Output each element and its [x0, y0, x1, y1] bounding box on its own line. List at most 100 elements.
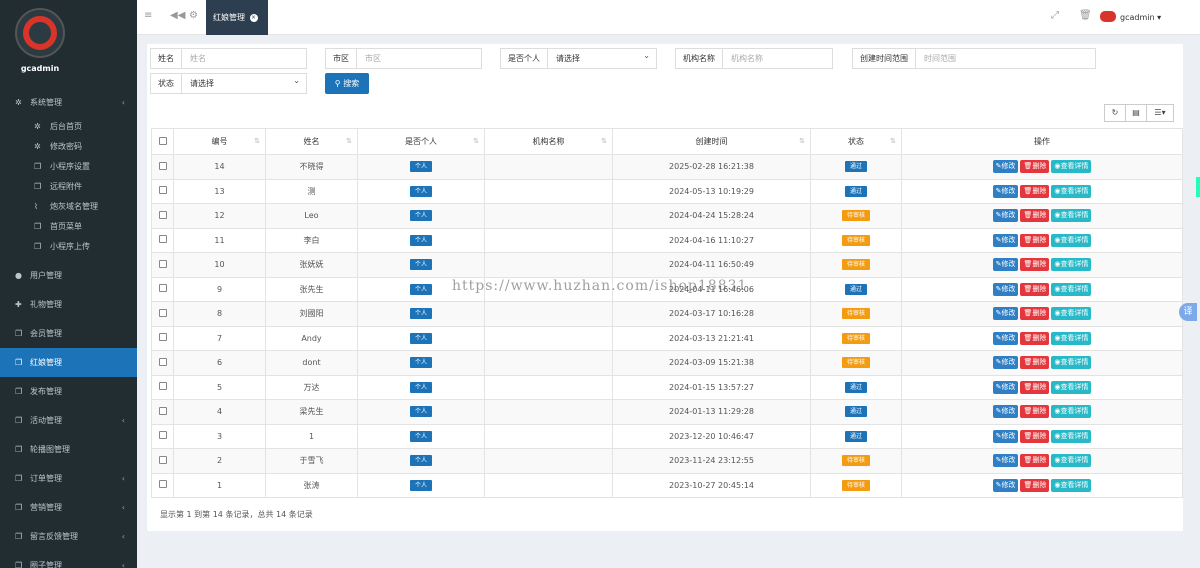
col-org[interactable]: 机构名称 ⇅	[484, 128, 613, 155]
sidebar-item-6[interactable]: ❐ 首页菜单	[0, 217, 137, 237]
view-details-button[interactable]: ◉查看详情	[1051, 331, 1092, 345]
sidebar-item-18[interactable]: ❐ 圈子管理 ‹	[0, 551, 137, 568]
sidebar-item-0[interactable]: ✲ 系统管理 ‹	[0, 88, 137, 117]
city-input[interactable]: 市区	[357, 49, 481, 68]
row-checkbox[interactable]	[151, 448, 174, 474]
edit-button[interactable]: ✎修改	[992, 429, 1019, 443]
sidebar-item-2[interactable]: ✲ 修改密码	[0, 137, 137, 157]
translate-button[interactable]: 译	[1179, 303, 1197, 321]
row-checkbox[interactable]	[151, 203, 174, 229]
sidebar-item-1[interactable]: ✲ 后台首页	[0, 117, 137, 137]
fullscreen-icon[interactable]: ⤢	[1051, 10, 1059, 21]
edit-button[interactable]: ✎修改	[992, 282, 1019, 296]
row-checkbox[interactable]	[151, 399, 174, 425]
sidebar-item-9[interactable]: ✚ 礼物管理	[0, 290, 137, 319]
back-icon[interactable]: ◀◀	[170, 10, 185, 21]
view-details-button[interactable]: ◉查看详情	[1051, 405, 1092, 419]
trash-icon[interactable]: 🗑	[1079, 10, 1092, 21]
delete-button[interactable]: 🗑删除	[1020, 405, 1050, 419]
org-input[interactable]: 机构名称	[723, 49, 832, 68]
view-details-button[interactable]: ◉查看详情	[1051, 380, 1092, 394]
delete-button[interactable]: 🗑删除	[1020, 233, 1050, 247]
delete-button[interactable]: 🗑删除	[1020, 429, 1050, 443]
sidebar-item-8[interactable]: ● 用户管理	[0, 261, 137, 290]
delete-button[interactable]: 🗑删除	[1020, 160, 1050, 174]
edit-button[interactable]: ✎修改	[992, 380, 1019, 394]
delete-button[interactable]: 🗑删除	[1020, 209, 1050, 223]
view-details-button[interactable]: ◉查看详情	[1051, 478, 1092, 492]
sidebar-item-15[interactable]: ❐ 订单管理 ‹	[0, 464, 137, 493]
refresh-icon[interactable]: ↻	[1104, 104, 1126, 122]
delete-button[interactable]: 🗑删除	[1020, 258, 1050, 272]
edit-button[interactable]: ✎修改	[992, 258, 1019, 272]
view-details-button[interactable]: ◉查看详情	[1051, 184, 1092, 198]
sidebar-item-12[interactable]: ❐ 发布管理	[0, 377, 137, 406]
delete-button[interactable]: 🗑删除	[1020, 356, 1050, 370]
row-checkbox[interactable]	[151, 325, 174, 351]
row-checkbox[interactable]	[151, 178, 174, 204]
view-details-button[interactable]: ◉查看详情	[1051, 233, 1092, 247]
edit-button[interactable]: ✎修改	[992, 184, 1019, 198]
view-details-button[interactable]: ◉查看详情	[1051, 258, 1092, 272]
col-time[interactable]: 创建时间 ⇅	[612, 128, 811, 155]
row-checkbox[interactable]	[151, 276, 174, 302]
row-checkbox[interactable]	[151, 350, 174, 376]
row-checkbox[interactable]	[151, 301, 174, 327]
toggle-view-icon[interactable]: ▤	[1125, 104, 1147, 122]
time-input[interactable]: 时间范围	[916, 49, 1095, 68]
view-details-button[interactable]: ◉查看详情	[1051, 454, 1092, 468]
edit-button[interactable]: ✎修改	[992, 331, 1019, 345]
edit-button[interactable]: ✎修改	[992, 233, 1019, 247]
view-details-button[interactable]: ◉查看详情	[1051, 307, 1092, 321]
edit-button[interactable]: ✎修改	[992, 160, 1019, 174]
col-id[interactable]: 编号 ⇅	[173, 128, 266, 155]
delete-button[interactable]: 🗑删除	[1020, 282, 1050, 296]
row-checkbox[interactable]	[151, 423, 174, 449]
view-details-button[interactable]: ◉查看详情	[1051, 356, 1092, 370]
row-checkbox[interactable]	[151, 472, 174, 498]
edit-button[interactable]: ✎修改	[992, 405, 1019, 419]
view-details-button[interactable]: ◉查看详情	[1051, 282, 1092, 296]
edit-button[interactable]: ✎修改	[992, 307, 1019, 321]
edit-button[interactable]: ✎修改	[992, 209, 1019, 223]
sidebar-item-7[interactable]: ❐ 小程序上传	[0, 237, 137, 257]
view-details-button[interactable]: ◉查看详情	[1051, 209, 1092, 223]
delete-button[interactable]: 🗑删除	[1020, 380, 1050, 394]
user-menu[interactable]: gcadmin ▾	[1100, 11, 1161, 22]
delete-button[interactable]: 🗑删除	[1020, 307, 1050, 321]
sidebar-item-14[interactable]: ❐ 轮播图管理	[0, 435, 137, 464]
sidebar-item-13[interactable]: ❐ 活动管理 ‹	[0, 406, 137, 435]
edit-button[interactable]: ✎修改	[992, 356, 1019, 370]
col-status[interactable]: 状态 ⇅	[810, 128, 902, 155]
sidebar-item-4[interactable]: ❐ 远程附件	[0, 177, 137, 197]
columns-icon[interactable]: ☰▾	[1146, 104, 1174, 122]
delete-button[interactable]: 🗑删除	[1020, 454, 1050, 468]
settings-icon[interactable]: ⚙	[189, 10, 198, 21]
row-checkbox[interactable]	[151, 227, 174, 253]
sidebar-item-10[interactable]: ❐ 会员管理	[0, 319, 137, 348]
select-all-checkbox[interactable]	[151, 128, 174, 155]
sidebar-item-11[interactable]: ❐ 红娘管理	[0, 348, 137, 377]
col-personal[interactable]: 是否个人 ⇅	[357, 128, 485, 155]
sidebar-item-17[interactable]: ❐ 留言反馈管理 ‹	[0, 522, 137, 551]
col-name[interactable]: 姓名 ⇅	[265, 128, 358, 155]
status-select[interactable]: 请选择	[182, 71, 306, 93]
edit-button[interactable]: ✎修改	[992, 454, 1019, 468]
sidebar-item-16[interactable]: ❐ 营销管理 ‹	[0, 493, 137, 522]
name-input[interactable]: 姓名	[182, 49, 306, 68]
delete-button[interactable]: 🗑删除	[1020, 184, 1050, 198]
delete-button[interactable]: 🗑删除	[1020, 478, 1050, 492]
row-checkbox[interactable]	[151, 154, 174, 180]
edit-button[interactable]: ✎修改	[992, 478, 1019, 492]
close-icon[interactable]: ×	[249, 14, 258, 22]
sidebar-item-3[interactable]: ❐ 小程序设置	[0, 157, 137, 177]
sidebar-item-5[interactable]: ⌇ 炮灰域名管理	[0, 197, 137, 217]
menu-toggle-icon[interactable]: ≡	[144, 10, 152, 21]
row-checkbox[interactable]	[151, 252, 174, 278]
view-details-button[interactable]: ◉查看详情	[1051, 429, 1092, 443]
personal-select[interactable]: 请选择	[548, 46, 656, 68]
search-button[interactable]: ⚲ 搜索	[325, 73, 369, 94]
delete-button[interactable]: 🗑删除	[1020, 331, 1050, 345]
tab-hongniang[interactable]: 红娘管理 ×	[206, 0, 268, 35]
row-checkbox[interactable]	[151, 374, 174, 400]
